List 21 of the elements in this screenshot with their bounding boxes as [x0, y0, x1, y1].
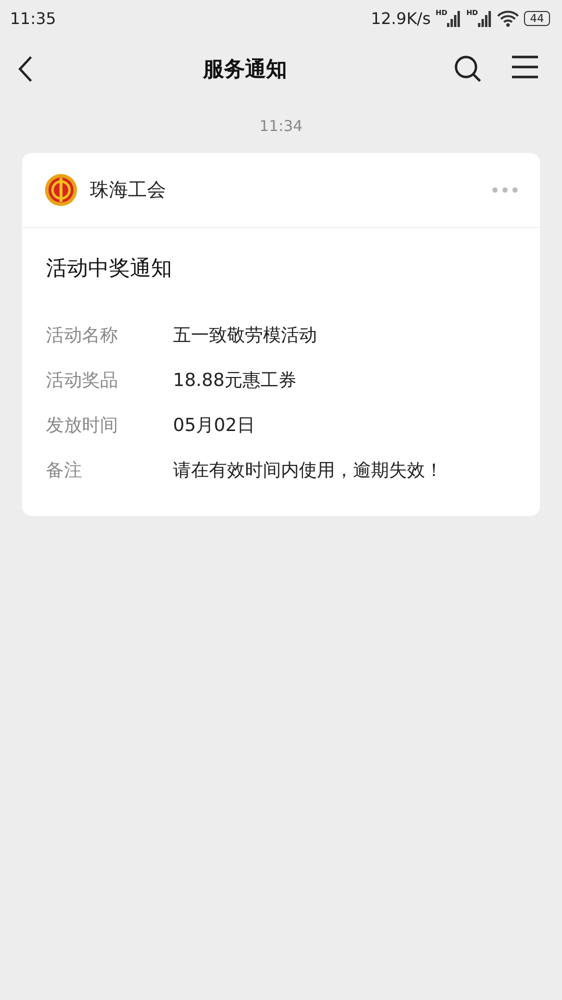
network-speed: 12.9K/s — [370, 8, 431, 28]
field-value: 五一致敬劳模活动 — [173, 324, 317, 346]
search-icon[interactable] — [454, 55, 482, 83]
wifi-icon — [497, 10, 519, 26]
notification-title: 活动中奖通知 — [46, 255, 173, 282]
field-value: 05月02日 — [173, 414, 255, 436]
field-label: 备注 — [46, 458, 83, 482]
status-time: 11:35 — [10, 8, 56, 28]
union-logo-icon — [44, 173, 78, 207]
battery-level: 44 — [524, 10, 550, 26]
field-value: 18.88元惠工券 — [173, 368, 297, 392]
page-title: 服务通知 — [203, 56, 287, 83]
field-label: 活动奖品 — [46, 368, 119, 392]
field-label: 发放时间 — [46, 414, 119, 436]
field-label: 活动名称 — [46, 324, 119, 346]
field-value: 请在有效时间内使用，逾期失效！ — [173, 458, 443, 482]
signal-icon — [478, 11, 492, 27]
signal-icon — [447, 11, 462, 27]
message-time: 11:34 — [259, 117, 303, 135]
sender-name: 珠海工会 — [90, 178, 167, 203]
menu-icon[interactable] — [512, 55, 538, 79]
